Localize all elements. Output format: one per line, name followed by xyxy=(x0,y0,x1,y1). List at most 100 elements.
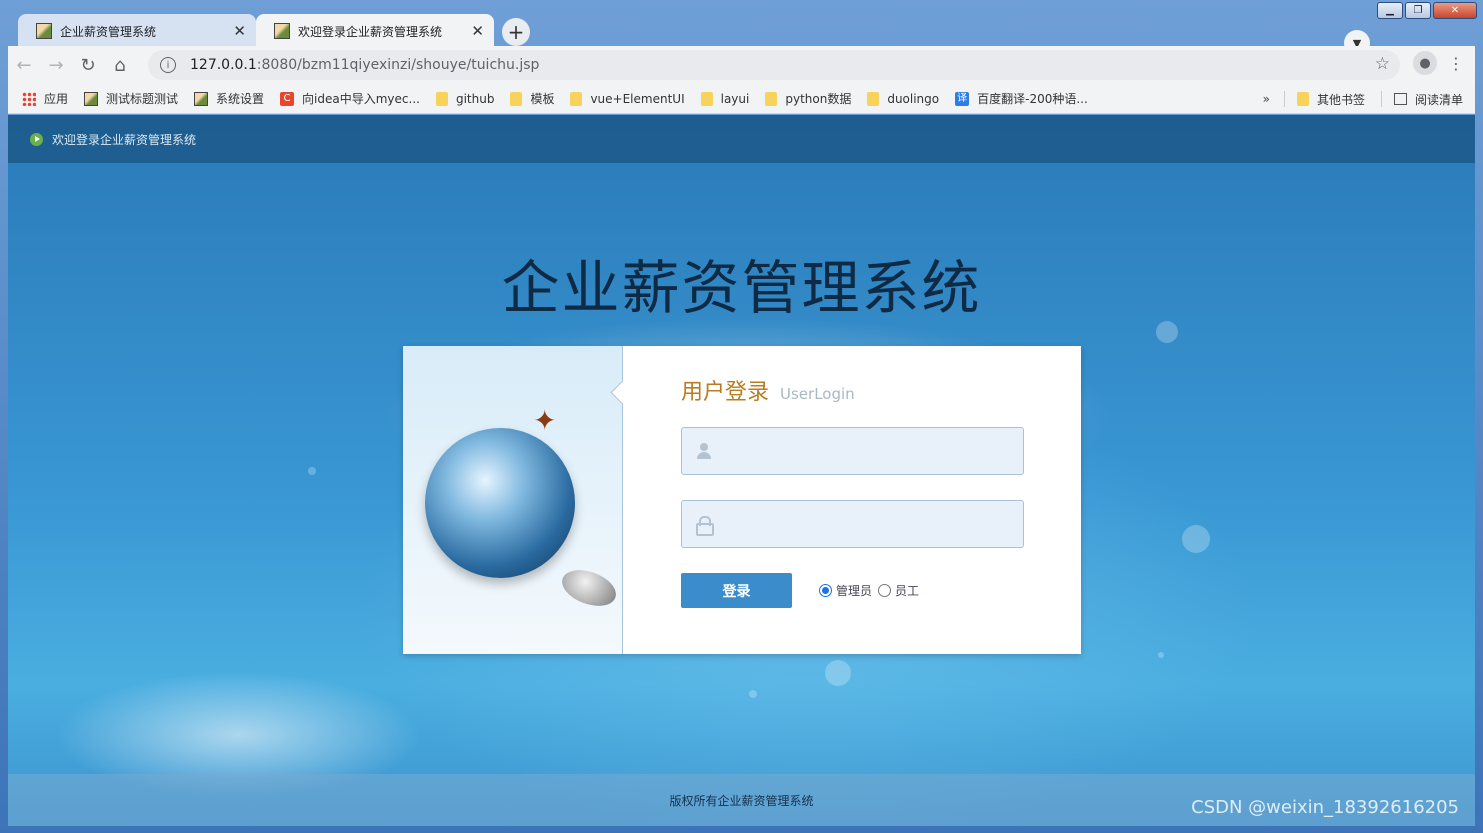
reading-list-icon xyxy=(1393,93,1407,105)
url-host: 127.0.0.1 xyxy=(190,57,257,73)
folder-icon xyxy=(867,91,880,106)
bookmark-label: 模板 xyxy=(530,92,555,106)
butterfly-icon: ✦ xyxy=(533,404,557,437)
footer-text: 版权所有企业薪资管理系统 xyxy=(669,793,814,808)
bookmarks-overflow-button[interactable]: » xyxy=(1263,92,1270,106)
globe-icon xyxy=(425,428,575,578)
divider xyxy=(1283,91,1285,107)
bookmark-item[interactable]: C 向idea中导入myec... xyxy=(280,90,420,107)
translate-icon: 译 xyxy=(955,91,970,106)
bookmark-label: python数据 xyxy=(785,92,852,106)
tab-system[interactable]: 企业薪资管理系统 ✕ xyxy=(18,14,256,48)
profile-icon[interactable]: ● xyxy=(1413,51,1437,75)
folder-icon xyxy=(510,91,523,106)
csdn-icon: C xyxy=(280,91,295,106)
radio-admin[interactable] xyxy=(819,584,832,597)
username-input[interactable] xyxy=(712,428,1023,474)
login-heading: 用户登录 UserLogin xyxy=(681,374,855,406)
page-content: 欢迎登录企业薪资管理系统 企业薪资管理系统 ✦ 用户登录 UserLogin 登… xyxy=(8,115,1475,826)
computer-mouse-icon xyxy=(557,563,621,613)
bookmark-label: vue+ElementUI xyxy=(590,91,685,106)
kebab-menu-icon[interactable]: ⋮ xyxy=(1447,54,1465,73)
bookmark-folder[interactable]: vue+ElementUI xyxy=(570,91,685,106)
decorative-bubble xyxy=(825,660,851,686)
tab-title: 欢迎登录企业薪资管理系统 xyxy=(298,24,443,39)
bookmarks-bar: 应用 测试标题测试 系统设置 C 向idea中导入myec... github … xyxy=(8,84,1475,114)
bookmark-label: 百度翻译-200种语... xyxy=(977,92,1088,106)
bookmark-apps[interactable]: 应用 xyxy=(22,90,68,107)
info-icon[interactable]: i xyxy=(160,57,176,73)
login-panel: ✦ 用户登录 UserLogin 登录 管理员 员工 xyxy=(403,346,1081,654)
password-input[interactable] xyxy=(710,501,1023,547)
page-icon xyxy=(194,91,209,106)
star-icon[interactable]: ☆ xyxy=(1375,54,1390,74)
login-heading-en: UserLogin xyxy=(780,385,855,403)
folder-icon xyxy=(765,91,778,106)
bookmark-label: duolingo xyxy=(887,91,940,106)
role-label-employee[interactable]: 员工 xyxy=(895,582,919,599)
bookmark-item[interactable]: 译 百度翻译-200种语... xyxy=(955,90,1088,107)
divider xyxy=(1380,91,1382,107)
folder-icon xyxy=(570,91,583,106)
toolbar-right: ● ⋮ xyxy=(1413,51,1465,75)
bookmark-folder[interactable]: duolingo xyxy=(867,91,940,106)
browser-window: ▁ ❐ ✕ 企业薪资管理系统 ✕ 欢迎登录企业薪资管理系统 ✕ + ▼ ← → … xyxy=(0,0,1483,833)
close-tab-icon[interactable]: ✕ xyxy=(471,22,484,40)
login-heading-cn: 用户登录 xyxy=(681,380,770,405)
username-field[interactable] xyxy=(681,427,1024,475)
role-selector: 管理员 员工 xyxy=(819,582,925,599)
folder-icon xyxy=(435,91,448,106)
decorative-bubble xyxy=(749,690,757,698)
bookmarks-right: » 其他书签 阅读清单 xyxy=(1263,84,1463,114)
folder-icon xyxy=(1296,92,1309,106)
bookmark-folder[interactable]: 模板 xyxy=(510,90,554,107)
home-button[interactable]: ⌂ xyxy=(104,49,136,81)
tab-strip: 企业薪资管理系统 ✕ 欢迎登录企业薪资管理系统 ✕ + ▼ xyxy=(8,12,1475,56)
page-favicon-icon xyxy=(36,23,52,39)
play-icon xyxy=(30,132,43,146)
reading-list[interactable]: 阅读清单 xyxy=(1393,91,1463,108)
bookmark-label: 向idea中导入myec... xyxy=(302,92,420,106)
decorative-bubble xyxy=(1158,652,1164,658)
url-path: :8080/bzm11qiyexinzi/shouye/tuichu.jsp xyxy=(256,57,540,73)
bookmark-label: 应用 xyxy=(44,92,69,106)
password-field[interactable] xyxy=(681,500,1024,548)
tab-title: 企业薪资管理系统 xyxy=(60,24,157,39)
bookmark-item[interactable]: 系统设置 xyxy=(194,90,264,107)
bookmark-folder[interactable]: layui xyxy=(700,91,750,106)
login-form: 用户登录 UserLogin 登录 管理员 员工 xyxy=(623,346,1081,654)
watermark: CSDN @weixin_18392616205 xyxy=(1191,797,1459,818)
address-bar[interactable]: i 127.0.0.1:8080/bzm11qiyexinzi/shouye/t… xyxy=(148,50,1400,80)
close-tab-icon[interactable]: ✕ xyxy=(233,22,246,40)
tab-login[interactable]: 欢迎登录企业薪资管理系统 ✕ xyxy=(256,14,494,48)
reload-button[interactable]: ↻ xyxy=(72,49,104,81)
user-icon xyxy=(696,443,712,459)
bookmark-label: 其他书签 xyxy=(1316,92,1365,107)
decorative-bubble xyxy=(308,467,316,475)
bookmark-folder[interactable]: python数据 xyxy=(765,90,851,107)
bookmark-folder[interactable]: github xyxy=(435,91,495,106)
folder-icon xyxy=(700,91,713,106)
radio-employee[interactable] xyxy=(878,584,892,597)
bookmark-label: 测试标题测试 xyxy=(106,92,179,106)
login-button[interactable]: 登录 xyxy=(681,573,792,608)
system-title: 企业薪资管理系统 xyxy=(501,254,982,322)
decorative-bubble xyxy=(1182,525,1210,553)
browser-toolbar: ← → ↻ ⌂ i 127.0.0.1:8080/bzm11qiyexinzi/… xyxy=(8,46,1475,84)
page-favicon-icon xyxy=(274,23,290,39)
new-tab-button[interactable]: + xyxy=(502,18,530,46)
other-bookmarks[interactable]: 其他书签 xyxy=(1296,91,1365,108)
bookmark-label: 系统设置 xyxy=(216,92,265,106)
login-illustration: ✦ xyxy=(403,346,623,654)
page-icon xyxy=(84,91,99,106)
page-topbar: 欢迎登录企业薪资管理系统 xyxy=(8,115,1475,163)
back-button[interactable]: ← xyxy=(8,49,40,81)
bookmark-item[interactable]: 测试标题测试 xyxy=(84,90,178,107)
role-label-admin[interactable]: 管理员 xyxy=(836,582,872,599)
forward-button[interactable]: → xyxy=(40,49,72,81)
bookmark-label: 阅读清单 xyxy=(1414,92,1463,107)
bookmark-label: layui xyxy=(720,91,750,106)
apps-icon xyxy=(22,91,36,106)
bookmark-label: github xyxy=(455,91,495,106)
lock-icon xyxy=(696,516,714,536)
